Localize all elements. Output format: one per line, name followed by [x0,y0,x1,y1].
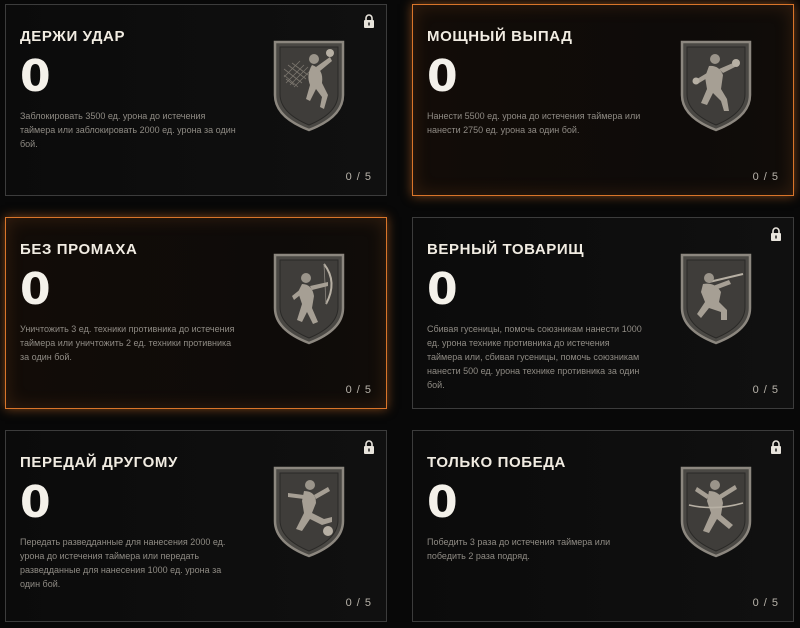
challenge-description: Сбивая гусеницы, помочь союзникам нанест… [427,324,642,390]
kneeling-shooter-badge-icon [680,253,752,345]
challenge-score: 0 [20,264,51,315]
challenge-score: 0 [427,477,458,528]
challenge-title: ТОЛЬКО ПОБЕДА [427,454,566,471]
challenge-card-power-lunge[interactable]: МОЩНЫЙ ВЫПАД 0 Нанести 5500 ед. урона до… [412,4,794,196]
lock-icon [364,14,374,28]
challenge-title: ДЕРЖИ УДАР [20,28,126,45]
challenge-card-only-victory[interactable]: ТОЛЬКО ПОБЕДА 0 Победить 3 раза до истеч… [412,430,794,622]
challenge-card-pass-it-on[interactable]: ПЕРЕДАЙ ДРУГОМУ 0 Передать разведданные … [5,430,387,622]
boxer-badge-icon [680,40,752,132]
challenge-title: БЕЗ ПРОМАХА [20,241,138,258]
challenge-progress: 0 / 5 [345,171,372,183]
challenge-description: Заблокировать 3500 ед. урона до истечени… [20,111,236,149]
archer-badge-icon [273,253,345,345]
challenge-title: ВЕРНЫЙ ТОВАРИЩ [427,241,585,258]
challenge-description: Нанести 5500 ед. урона до истечения тайм… [427,111,641,135]
lock-icon [771,227,781,241]
challenge-card-hold-hit[interactable]: ДЕРЖИ УДАР 0 Заблокировать 3500 ед. урон… [5,4,387,196]
challenge-progress: 0 / 5 [752,171,779,183]
challenge-card-no-miss[interactable]: БЕЗ ПРОМАХА 0 Уничтожить 3 ед. техники п… [5,217,387,409]
challenge-description: Передать разведданные для нанесения 2000… [20,537,226,589]
lock-icon [364,440,374,454]
challenge-description: Уничтожить 3 ед. техники противника до и… [20,324,235,362]
challenge-title: МОЩНЫЙ ВЫПАД [427,28,573,45]
football-player-badge-icon [273,466,345,558]
challenge-progress: 0 / 5 [752,384,779,396]
challenge-score: 0 [427,264,458,315]
challenge-description: Победить 3 раза до истечения таймера или… [427,537,611,561]
lock-icon [771,440,781,454]
challenge-score: 0 [20,477,51,528]
challenge-progress: 0 / 5 [345,384,372,396]
challenge-score: 0 [427,51,458,102]
challenge-card-loyal-comrade[interactable]: ВЕРНЫЙ ТОВАРИЩ 0 Сбивая гусеницы, помочь… [412,217,794,409]
challenge-grid: ДЕРЖИ УДАР 0 Заблокировать 3500 ед. урон… [0,0,800,628]
challenge-progress: 0 / 5 [345,597,372,609]
challenge-title: ПЕРЕДАЙ ДРУГОМУ [20,454,178,471]
challenge-score: 0 [20,51,51,102]
runner-finish-badge-icon [680,466,752,558]
challenge-progress: 0 / 5 [752,597,779,609]
volleyball-player-badge-icon [273,40,345,132]
